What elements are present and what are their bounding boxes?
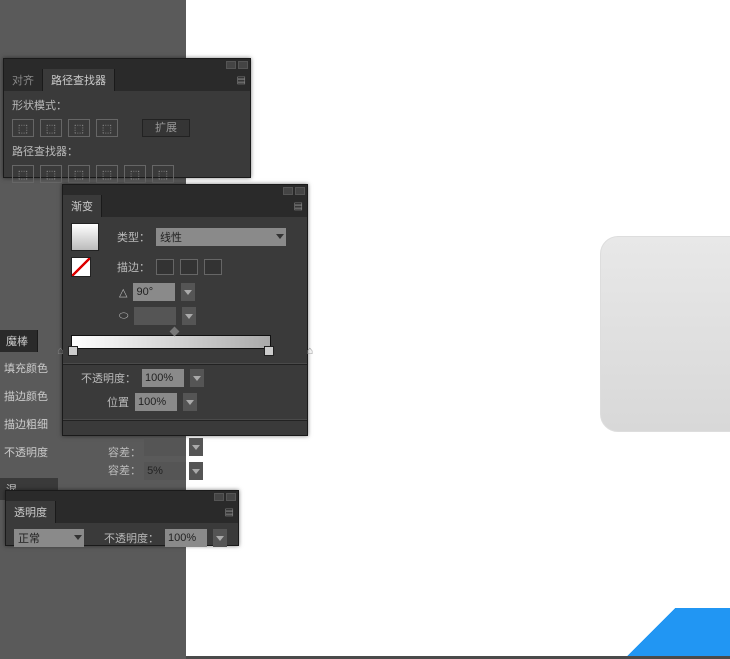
opacity-input[interactable]: 100% [142, 369, 184, 387]
position-input[interactable]: 100% [135, 393, 177, 411]
transparency-panel: 透明度 ▤ 正常 不透明度： 100% [5, 490, 239, 546]
blend-mode-value: 正常 [18, 530, 40, 546]
collapse-icon[interactable] [226, 61, 236, 69]
close-icon[interactable] [226, 493, 236, 501]
fill-color-checkbox-label[interactable]: 填充颜色 [0, 354, 60, 382]
minus-back-button[interactable]: ⬚ [152, 165, 174, 183]
drawn-rounded-rectangle[interactable] [600, 236, 730, 432]
tolerance-row: 容差： 5% [108, 462, 203, 480]
minus-front-button[interactable]: ⬚ [40, 119, 62, 137]
stroke-label: 描边： [117, 259, 150, 275]
gradient-fill-swatch[interactable] [71, 223, 99, 251]
aspect-stepper[interactable] [182, 307, 196, 325]
watermark-title: 脚本之家 教程 [659, 619, 722, 634]
magic-wand-panel-edge: 魔棒 填充颜色 描边颜色 描边粗细 不透明度 [0, 330, 60, 466]
tab-pathfinder[interactable]: 路径查找器 [43, 69, 115, 91]
unite-button[interactable]: ⬚ [12, 119, 34, 137]
tab-magic-wand[interactable]: 魔棒 [0, 330, 38, 352]
stroke-color-checkbox-label[interactable]: 描边颜色 [0, 382, 60, 410]
type-label: 类型： [117, 229, 150, 245]
gradient-panel: 渐变 ▤ 类型： 线性 描边： △ 90° ⬭ [62, 184, 308, 436]
tolerance-label: 容差： [108, 447, 141, 459]
tab-transparency[interactable]: 透明度 [6, 501, 56, 523]
shape-mode-label: 形状模式： [12, 97, 67, 113]
opacity-checkbox-label[interactable]: 不透明度 [0, 438, 60, 466]
crop-button[interactable]: ⬚ [96, 165, 118, 183]
gradient-type-value: 线性 [160, 229, 182, 245]
stroke-across-button[interactable] [204, 259, 222, 275]
gradient-type-dropdown[interactable]: 线性 [156, 228, 286, 246]
tolerance-label: 容差： [108, 465, 141, 477]
gradient-stop-end[interactable] [264, 346, 274, 356]
close-icon[interactable] [238, 61, 248, 69]
gradient-stroke-swatch[interactable] [71, 257, 91, 277]
angle-stepper[interactable] [181, 283, 195, 301]
stroke-within-button[interactable] [156, 259, 174, 275]
tab-align[interactable]: 对齐 [4, 69, 43, 91]
separator [63, 363, 307, 365]
angle-icon: △ [119, 286, 127, 299]
position-label: 位置 [107, 394, 129, 410]
position-stepper[interactable] [183, 393, 197, 411]
intersect-button[interactable]: ⬚ [68, 119, 90, 137]
stop-marker-right-icon: ⌂ [306, 345, 313, 357]
angle-input[interactable]: 90° [133, 283, 175, 301]
tolerance-input[interactable] [144, 438, 186, 456]
divide-button[interactable]: ⬚ [12, 165, 34, 183]
gradient-slider[interactable] [71, 335, 271, 349]
tolerance-input[interactable]: 5% [144, 462, 186, 480]
pathfinder-label: 路径查找器： [12, 143, 78, 159]
close-icon[interactable] [295, 187, 305, 195]
panel-resize-grip[interactable] [63, 419, 307, 421]
watermark-url: jiaocheng.jb51.net [641, 638, 722, 650]
panel-tabs: 透明度 [6, 503, 238, 523]
trans-opacity-label: 不透明度： [104, 530, 159, 546]
panel-tabs: 对齐 路径查找器 [4, 71, 250, 91]
trim-button[interactable]: ⬚ [40, 165, 62, 183]
blend-mode-dropdown[interactable]: 正常 [14, 529, 84, 547]
aspect-icon: ⬭ [119, 310, 128, 323]
outline-button[interactable]: ⬚ [124, 165, 146, 183]
collapse-icon[interactable] [214, 493, 224, 501]
tab-gradient[interactable]: 渐变 [63, 195, 102, 217]
opacity-stepper[interactable] [190, 369, 204, 387]
merge-button[interactable]: ⬚ [68, 165, 90, 183]
panel-menu-icon[interactable]: ▤ [225, 507, 234, 518]
tolerance-row: 容差： [108, 438, 203, 460]
opacity-label: 不透明度： [81, 370, 136, 386]
stroke-along-button[interactable] [180, 259, 198, 275]
trans-opacity-stepper[interactable] [213, 529, 227, 547]
expand-button[interactable]: 扩展 [142, 119, 190, 137]
pathfinder-panel: 对齐 路径查找器 ▤ 形状模式： ⬚ ⬚ ⬚ ⬚ 扩展 路径查找器： ⬚ ⬚ ⬚… [3, 58, 251, 178]
panel-menu-icon[interactable]: ▤ [294, 201, 303, 212]
panel-tabs: 渐变 [63, 197, 307, 217]
tolerance-stepper[interactable] [189, 438, 203, 456]
tolerance-stepper[interactable] [189, 462, 203, 480]
trans-opacity-input[interactable]: 100% [165, 529, 207, 547]
exclude-button[interactable]: ⬚ [96, 119, 118, 137]
aspect-input[interactable] [134, 307, 176, 325]
collapse-icon[interactable] [283, 187, 293, 195]
stroke-weight-checkbox-label[interactable]: 描边粗细 [0, 410, 60, 438]
panel-menu-icon[interactable]: ▤ [237, 75, 246, 86]
gradient-midpoint[interactable] [170, 327, 180, 337]
gradient-stop-start[interactable] [68, 346, 78, 356]
